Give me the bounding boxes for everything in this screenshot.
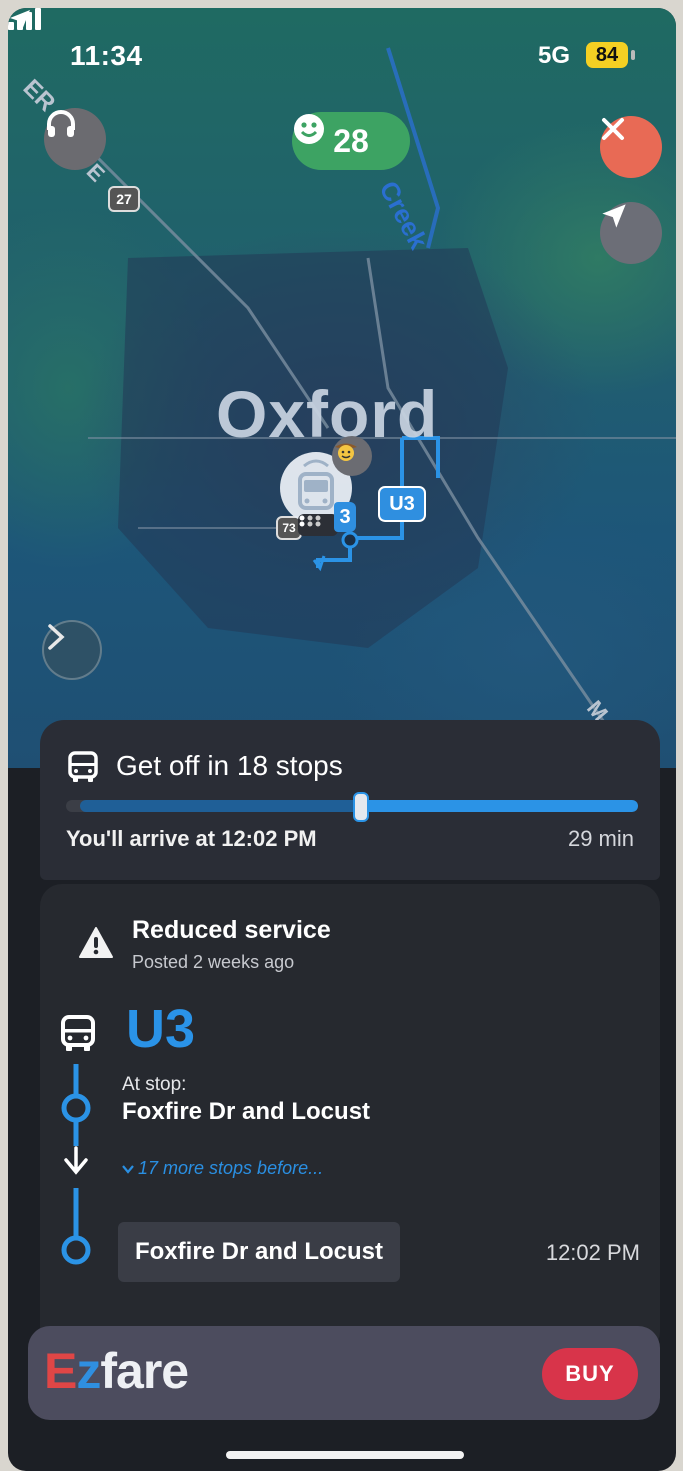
service-alert-title[interactable]: Reduced service bbox=[132, 916, 331, 945]
rider-score-pill[interactable]: 28 bbox=[292, 112, 410, 170]
destination-stop-name: Foxfire Dr and Locust bbox=[134, 1238, 384, 1265]
at-stop-label: At stop: bbox=[122, 1074, 187, 1095]
user-avatar[interactable] bbox=[332, 436, 372, 476]
more-stops-label: 17 more stops before... bbox=[138, 1158, 324, 1178]
trip-duration: 29 min bbox=[567, 826, 634, 851]
more-stops-toggle[interactable]: 17 more stops before... bbox=[122, 1158, 323, 1179]
phone-screen: 11:34 5G 84 28 Creek ER E M 27 73 Oxford… bbox=[8, 8, 676, 1471]
trip-progress-remaining bbox=[359, 800, 638, 812]
stop-timeline bbox=[61, 1064, 91, 1265]
trip-title: Get off in 18 stops bbox=[116, 750, 343, 781]
cowboy-emoji-icon bbox=[335, 443, 357, 461]
home-indicator[interactable] bbox=[226, 1451, 464, 1459]
battery-level: 84 bbox=[586, 42, 628, 68]
route-badge-partial[interactable]: 3 bbox=[334, 502, 356, 532]
destination-arrival-time: 12:02 PM bbox=[545, 1240, 640, 1265]
ezfare-logo: Ezfare bbox=[44, 1343, 189, 1399]
destination-stop-chip[interactable]: Foxfire Dr and Locust bbox=[118, 1222, 400, 1282]
boarding-stop-name: Foxfire Dr and Locust bbox=[122, 1098, 371, 1125]
route-name: U3 bbox=[126, 999, 196, 1059]
recenter-button[interactable] bbox=[600, 202, 662, 264]
network-type: 5G bbox=[538, 42, 571, 69]
smiley-icon bbox=[294, 114, 324, 144]
stops-cluster-icon[interactable] bbox=[298, 514, 338, 536]
buy-ticket-button[interactable]: BUY bbox=[542, 1348, 638, 1400]
trip-progress-handle bbox=[353, 792, 369, 822]
navigation-arrow-icon bbox=[602, 204, 626, 228]
close-icon bbox=[602, 118, 624, 140]
battery-tip bbox=[631, 50, 635, 60]
route-badge-u3[interactable]: U3 bbox=[378, 486, 426, 522]
rider-score-value: 28 bbox=[333, 122, 369, 159]
close-button[interactable] bbox=[600, 116, 662, 178]
chevron-down-icon bbox=[122, 1165, 134, 1174]
service-alert-posted: Posted 2 weeks ago bbox=[132, 952, 295, 972]
